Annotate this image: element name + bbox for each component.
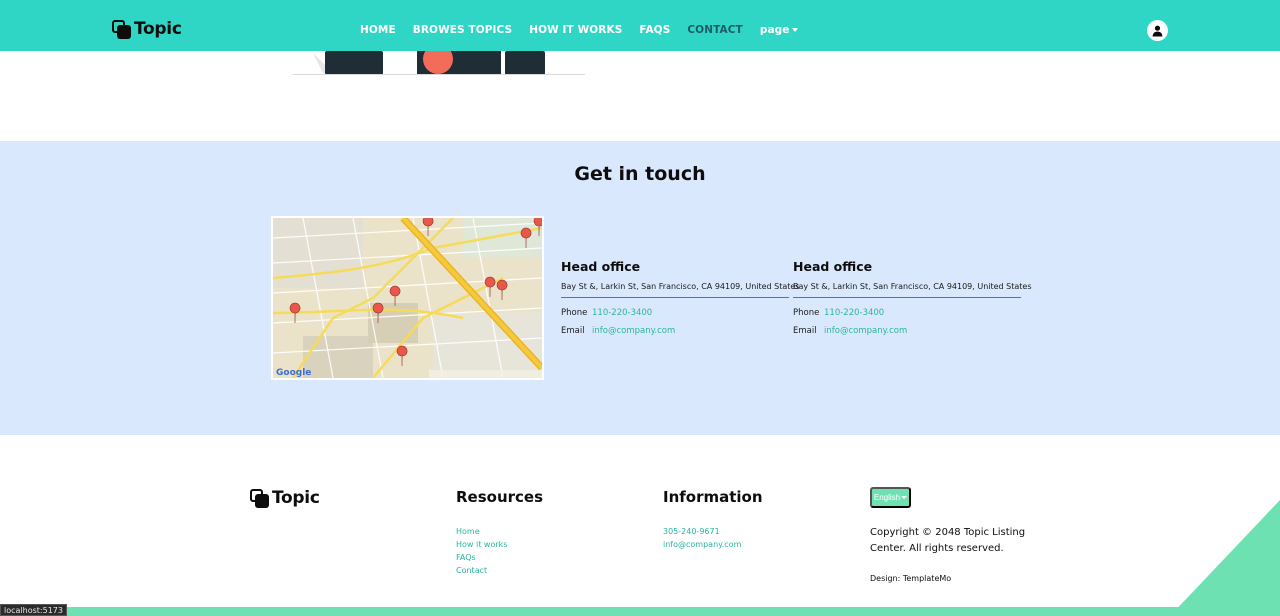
office-email-row: Email info@company.com [561, 326, 789, 336]
brand-name: Topic [134, 19, 182, 39]
footer-link-faqs[interactable]: FAQs [456, 551, 507, 564]
caret-down-icon [901, 496, 908, 499]
phone-label: Phone [793, 308, 820, 318]
copyright-text: Copyright © 2048 Topic Listing Center. A… [870, 527, 1026, 554]
footer-link-contact[interactable]: Contact [456, 564, 507, 577]
language-dropdown-button[interactable]: English [870, 487, 911, 508]
footer-information-links: 305-240-9671 info@company.com [663, 525, 741, 551]
phone-label: Phone [561, 308, 588, 318]
browser-status-url: localhost:5173 [0, 604, 67, 616]
brand-logo-link[interactable]: Topic [112, 19, 182, 39]
footer-email-link[interactable]: info@company.com [663, 538, 741, 551]
email-label: Email [561, 326, 585, 336]
office-card: Head office Bay St &, Larkin St, San Fra… [561, 259, 800, 336]
office-email-row: Email info@company.com [793, 326, 1021, 336]
nav-how-it-works[interactable]: HOW IT WORKS [529, 24, 622, 36]
email-label: Email [793, 326, 817, 336]
navbar: Topic HOME BROWES TOPICS HOW IT WORKS FA… [0, 0, 1280, 51]
footer-resources-title: Resources [456, 488, 544, 506]
language-label: English [873, 493, 901, 502]
footer-information-title: Information [663, 488, 763, 506]
phone-link[interactable]: 110-220-3400 [824, 308, 884, 318]
design-credit: Design: TemplateMo [870, 574, 952, 583]
footer-brand-link[interactable]: Topic [250, 488, 320, 508]
nav-contact[interactable]: CONTACT [687, 24, 742, 36]
caret-down-icon [792, 28, 799, 32]
footer-phone-link[interactable]: 305-240-9671 [663, 525, 741, 538]
footer-link-how-it-works[interactable]: How it works [456, 538, 507, 551]
footer-bottom-bar [0, 607, 1280, 616]
email-link[interactable]: info@company.com [824, 326, 907, 336]
footer-link-home[interactable]: Home [456, 525, 507, 538]
contact-section: Get in touch Google Head office Bay St &… [0, 141, 1280, 435]
copy-squares-icon [112, 19, 131, 39]
nav-browse-topics[interactable]: BROWES TOPICS [413, 24, 512, 36]
google-map[interactable]: Google [271, 216, 544, 380]
section-title: Get in touch [574, 163, 706, 185]
footer-resources-links: Home How it works FAQs Contact [456, 525, 507, 577]
office-title: Head office [561, 259, 641, 274]
office-phone-row: Phone 110-220-3400 [793, 308, 1021, 318]
office-card: Head office Bay St &, Larkin St, San Fra… [793, 259, 1032, 336]
nav-page-dropdown[interactable]: page [760, 24, 799, 36]
office-title: Head office [793, 259, 873, 274]
email-link[interactable]: info@company.com [592, 326, 675, 336]
person-icon [1152, 25, 1163, 36]
office-phone-row: Phone 110-220-3400 [561, 308, 789, 318]
map-image: Google [273, 218, 542, 378]
footer-brand-name: Topic [272, 488, 320, 508]
user-account-button[interactable] [1147, 20, 1168, 41]
phone-link[interactable]: 110-220-3400 [592, 308, 652, 318]
svg-text:Google: Google [276, 368, 311, 378]
nav-faqs[interactable]: FAQS [639, 24, 670, 36]
nav-home[interactable]: HOME [360, 24, 396, 36]
office-address: Bay St &, Larkin St, San Francisco, CA 9… [561, 282, 800, 298]
hero-illustration [293, 44, 585, 76]
office-address: Bay St &, Larkin St, San Francisco, CA 9… [793, 282, 1032, 298]
main-nav: HOME BROWES TOPICS HOW IT WORKS FAQS CON… [360, 24, 815, 36]
copy-squares-icon [250, 488, 269, 508]
nav-page-label: page [759, 24, 790, 36]
decorative-corner-triangle [1170, 500, 1280, 616]
